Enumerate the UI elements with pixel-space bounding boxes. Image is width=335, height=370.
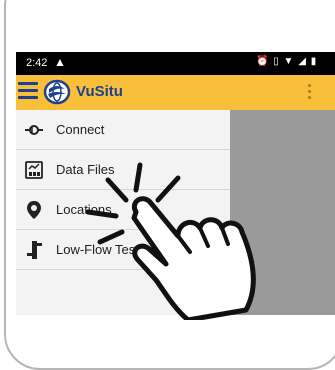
tap-hand-icon	[85, 162, 256, 320]
app-title: VuSitu	[76, 83, 123, 100]
battery-icon: ▮	[310, 56, 318, 67]
location-pin-icon	[27, 201, 41, 219]
vibrate-icon: ▯	[273, 56, 280, 67]
status-time: 2:42	[26, 57, 48, 69]
connect-icon	[25, 125, 43, 135]
drawer-item-connect[interactable]: Connect	[16, 110, 230, 150]
warning-triangle-icon: ▲	[54, 55, 66, 69]
alarm-icon: ⏰	[256, 56, 270, 67]
low-flow-icon	[27, 241, 42, 259]
wifi-icon: ▼	[283, 56, 295, 67]
vusitu-logo-icon	[43, 79, 71, 105]
data-files-icon	[25, 161, 43, 179]
signal-icon: ◢	[298, 56, 307, 67]
status-icons: ⏰ ▯ ▼ ◢ ▮	[256, 56, 317, 67]
overflow-menu-icon[interactable]	[308, 84, 312, 100]
hamburger-menu-icon[interactable]	[18, 82, 38, 100]
status-bar: 2:42 ▲ ⏰ ▯ ▼ ◢ ▮	[16, 52, 335, 75]
drawer-item-label: Connect	[56, 122, 105, 137]
app-bar: VuSitu	[16, 75, 335, 110]
